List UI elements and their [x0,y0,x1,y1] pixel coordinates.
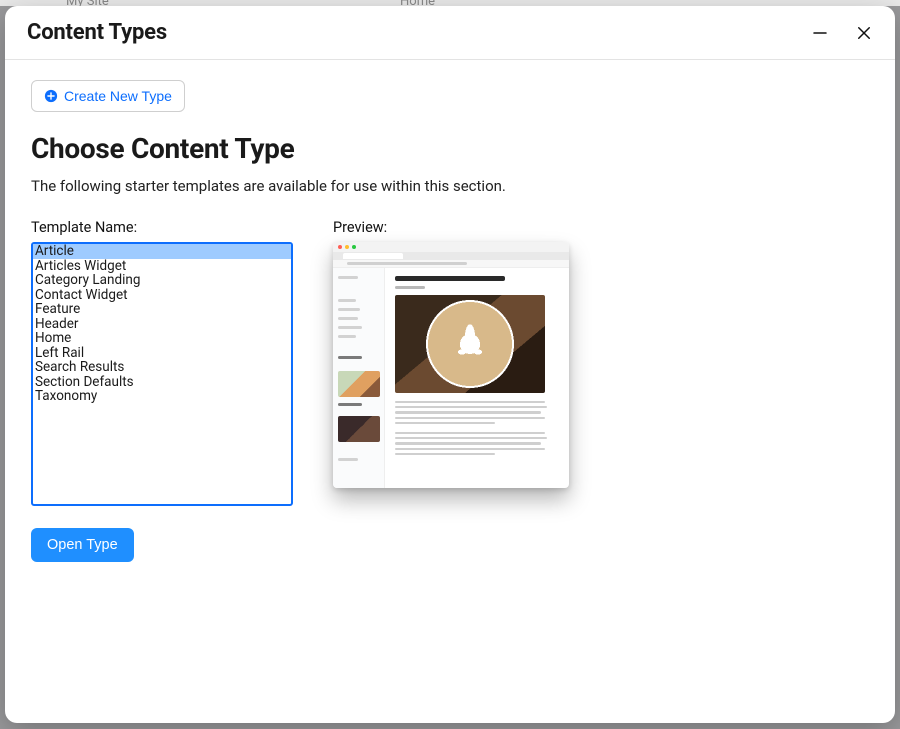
traffic-light-zoom-icon [352,245,356,249]
close-icon [855,24,873,42]
template-listbox[interactable]: ArticleArticles WidgetCategory LandingCo… [31,242,293,506]
minimize-button[interactable] [811,24,829,42]
preview-window-chrome [333,242,569,252]
template-option[interactable]: Taxonomy [33,389,291,404]
preview-sidebar [333,268,385,488]
preview-column: Preview: [333,219,869,488]
preview-tabbar [333,252,569,260]
template-option[interactable]: Header [33,317,291,332]
template-option[interactable]: Contact Widget [33,288,291,303]
preview-sidebar-thumb-icon [338,371,380,397]
content-columns: Template Name: ArticleArticles WidgetCat… [31,219,869,562]
template-name-label: Template Name: [31,219,293,236]
modal-body: Create New Type Choose Content Type The … [5,60,895,723]
template-option[interactable]: Section Defaults [33,375,291,390]
preview-thumbnail [333,242,569,488]
modal-header: Content Types [5,6,895,60]
preview-main [385,268,569,488]
preview-page [333,268,569,488]
choose-content-type-description: The following starter templates are avai… [31,177,869,195]
content-types-modal: Content Types Create New Type Choose Con… [5,6,895,723]
template-column: Template Name: ArticleArticles WidgetCat… [31,219,293,562]
template-option[interactable]: Home [33,331,291,346]
template-option[interactable]: Search Results [33,360,291,375]
traffic-light-minimize-icon [345,245,349,249]
create-new-type-label: Create New Type [64,88,172,104]
modal-header-actions [811,24,873,42]
preview-label: Preview: [333,219,869,236]
create-new-type-button[interactable]: Create New Type [31,80,185,112]
template-option[interactable]: Category Landing [33,273,291,288]
template-option[interactable]: Article [33,244,291,259]
preview-urlbar [333,260,569,268]
open-type-label: Open Type [47,537,118,553]
close-button[interactable] [855,24,873,42]
choose-content-type-heading: Choose Content Type [31,132,869,165]
open-type-button[interactable]: Open Type [31,528,134,562]
template-option[interactable]: Feature [33,302,291,317]
preview-hero-image-icon [395,295,545,393]
minimize-icon [811,24,829,42]
plus-circle-icon [44,89,58,103]
preview-sidebar-thumb-icon [338,416,380,442]
modal-title: Content Types [27,20,167,45]
template-option[interactable]: Left Rail [33,346,291,361]
template-option[interactable]: Articles Widget [33,259,291,274]
preview-article-title [395,276,505,281]
traffic-light-close-icon [338,245,342,249]
